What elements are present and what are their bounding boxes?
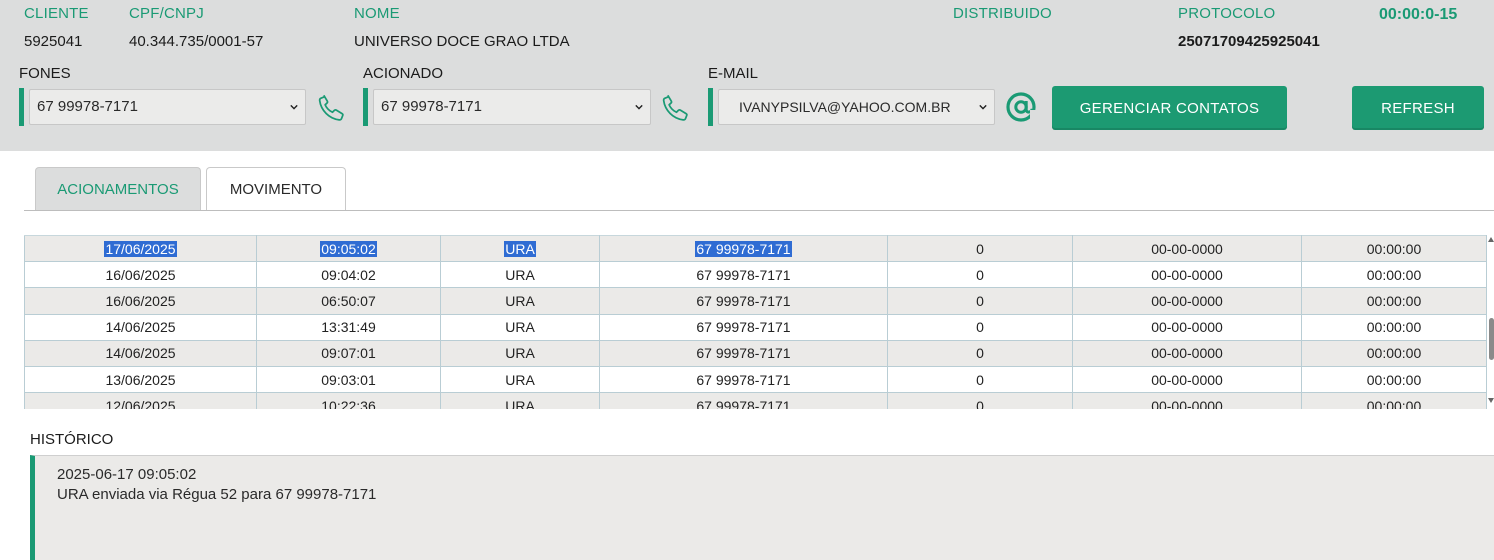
acionado-selected-value: 67 99978-7171 xyxy=(381,98,482,115)
table-cell-type: URA xyxy=(440,392,600,409)
protocolo-label: PROTOCOLO xyxy=(1178,5,1276,22)
table-cell-phone: 67 99978-7171 xyxy=(599,287,888,315)
table-cell-date: 12/06/2025 xyxy=(24,392,257,409)
table-row[interactable]: 16/06/2025 09:04:02 URA 67 99978-7171 0 … xyxy=(24,261,1487,289)
table-cell-date: 13/06/2025 xyxy=(24,365,257,394)
call-phone-icon[interactable] xyxy=(313,90,349,126)
table-cell-date: 16/06/2025 xyxy=(24,261,257,289)
table-cell-date2: 00-00-0000 xyxy=(1072,234,1302,263)
acionamentos-table-area: 17/06/2025 09:05:02 URA 67 99978-7171 0 … xyxy=(24,234,1494,409)
historico-textarea[interactable]: 2025-06-17 09:05:02 URA enviada via Régu… xyxy=(30,455,1494,560)
scrollbar-thumb[interactable] xyxy=(1489,318,1494,360)
table-cell-date: 16/06/2025 xyxy=(24,287,257,315)
table-cell-count: 0 xyxy=(887,287,1073,315)
table-cell-date2: 00-00-0000 xyxy=(1072,313,1302,341)
cliente-label: CLIENTE xyxy=(24,5,89,22)
table-cell-phone: 67 99978-7171 xyxy=(599,339,888,367)
table-cell-phone: 67 99978-7171 xyxy=(599,234,888,263)
fones-selected-value: 67 99978-7171 xyxy=(37,98,138,115)
table-row[interactable]: 16/06/2025 06:50:07 URA 67 99978-7171 0 … xyxy=(24,287,1487,315)
email-selected-value: IVANYPSILVA@YAHOO.COM.BR xyxy=(739,99,951,115)
chevron-down-icon xyxy=(290,104,298,110)
historico-line: 2025-06-17 09:05:02 xyxy=(57,466,197,483)
table-cell-time: 09:05:02 xyxy=(256,234,441,263)
fones-select[interactable]: 67 99978-7171 xyxy=(29,89,306,125)
table-cell-duration: 00:00:00 xyxy=(1301,313,1487,341)
cpf-cnpj-value: 40.344.735/0001-57 xyxy=(129,33,264,50)
tab-movimento[interactable]: MOVIMENTO xyxy=(206,167,346,211)
table-cell-phone: 67 99978-7171 xyxy=(599,365,888,394)
table-cell-date: 14/06/2025 xyxy=(24,339,257,367)
table-cell-time: 09:07:01 xyxy=(256,339,441,367)
table-row[interactable]: 13/06/2025 09:03:01 URA 67 99978-7171 0 … xyxy=(24,365,1487,394)
table-row[interactable]: 14/06/2025 13:31:49 URA 67 99978-7171 0 … xyxy=(24,313,1487,341)
table-cell-count: 0 xyxy=(887,392,1073,409)
table-cell-phone: 67 99978-7171 xyxy=(599,313,888,341)
nome-label: NOME xyxy=(354,5,400,22)
table-cell-date2: 00-00-0000 xyxy=(1072,392,1302,409)
table-cell-count: 0 xyxy=(887,339,1073,367)
client-header: CLIENTE 5925041 CPF/CNPJ 40.344.735/0001… xyxy=(0,0,1494,151)
acionamentos-table: 17/06/2025 09:05:02 URA 67 99978-7171 0 … xyxy=(24,234,1487,409)
chevron-down-icon xyxy=(979,104,987,110)
table-cell-date2: 00-00-0000 xyxy=(1072,339,1302,367)
table-cell-type: URA xyxy=(440,287,600,315)
table-cell-count: 0 xyxy=(887,313,1073,341)
fones-label: FONES xyxy=(19,65,71,82)
table-cell-time: 10:22:36 xyxy=(256,392,441,409)
tabs-divider xyxy=(24,210,1494,211)
historico-label: HISTÓRICO xyxy=(30,431,114,448)
table-cell-date2: 00-00-0000 xyxy=(1072,287,1302,315)
table-row[interactable]: 17/06/2025 09:05:02 URA 67 99978-7171 0 … xyxy=(24,234,1487,263)
cpf-cnpj-label: CPF/CNPJ xyxy=(129,5,204,22)
table-cell-date: 17/06/2025 xyxy=(24,234,257,263)
table-cell-type: URA xyxy=(440,234,600,263)
table-cell-time: 06:50:07 xyxy=(256,287,441,315)
table-cell-count: 0 xyxy=(887,365,1073,394)
table-cell-date: 14/06/2025 xyxy=(24,313,257,341)
table-cell-phone: 67 99978-7171 xyxy=(599,392,888,409)
cliente-value: 5925041 xyxy=(24,33,83,50)
table-cell-duration: 00:00:00 xyxy=(1301,234,1487,263)
table-cell-date2: 00-00-0000 xyxy=(1072,261,1302,289)
table-cell-type: URA xyxy=(440,339,600,367)
call-phone-icon[interactable] xyxy=(657,90,693,126)
scroll-up-arrow-icon[interactable] xyxy=(1488,237,1494,242)
chevron-down-icon xyxy=(635,104,643,110)
acionado-select-wrap: 67 99978-7171 xyxy=(363,88,653,126)
email-select-wrap: IVANYPSILVA@YAHOO.COM.BR xyxy=(708,88,997,126)
acionado-select[interactable]: 67 99978-7171 xyxy=(373,89,651,125)
table-cell-duration: 00:00:00 xyxy=(1301,287,1487,315)
table-cell-duration: 00:00:00 xyxy=(1301,261,1487,289)
table-cell-date2: 00-00-0000 xyxy=(1072,365,1302,394)
table-cell-type: URA xyxy=(440,313,600,341)
table-cell-count: 0 xyxy=(887,234,1073,263)
email-label: E-MAIL xyxy=(708,65,759,82)
table-cell-time: 09:04:02 xyxy=(256,261,441,289)
table-cell-type: URA xyxy=(440,365,600,394)
table-cell-count: 0 xyxy=(887,261,1073,289)
scroll-down-arrow-icon[interactable] xyxy=(1488,398,1494,403)
table-cell-time: 09:03:01 xyxy=(256,365,441,394)
table-cell-duration: 00:00:00 xyxy=(1301,365,1487,394)
table-row[interactable]: 12/06/2025 10:22:36 URA 67 99978-7171 0 … xyxy=(24,392,1487,409)
table-cell-duration: 00:00:00 xyxy=(1301,392,1487,409)
fones-select-wrap: 67 99978-7171 xyxy=(19,88,308,126)
acionado-label: ACIONADO xyxy=(363,65,444,82)
protocolo-value: 25071709425925041 xyxy=(1178,33,1320,50)
table-cell-phone: 67 99978-7171 xyxy=(599,261,888,289)
distribuido-label: DISTRIBUIDO xyxy=(953,5,1052,22)
nome-value: UNIVERSO DOCE GRAO LTDA xyxy=(354,33,570,50)
table-cell-time: 13:31:49 xyxy=(256,313,441,341)
manage-contacts-button[interactable]: GERENCIAR CONTATOS xyxy=(1052,86,1287,130)
historico-line: URA enviada via Régua 52 para 67 99978-7… xyxy=(57,486,377,503)
refresh-button[interactable]: REFRESH xyxy=(1352,86,1484,130)
table-row[interactable]: 14/06/2025 09:07:01 URA 67 99978-7171 0 … xyxy=(24,339,1487,367)
email-select[interactable]: IVANYPSILVA@YAHOO.COM.BR xyxy=(718,89,995,125)
table-cell-duration: 00:00:00 xyxy=(1301,339,1487,367)
call-timer: 00:00:0-15 xyxy=(1379,6,1458,23)
tab-acionamentos[interactable]: ACIONAMENTOS xyxy=(35,167,201,211)
table-cell-type: URA xyxy=(440,261,600,289)
send-email-at-icon[interactable] xyxy=(1003,88,1039,126)
